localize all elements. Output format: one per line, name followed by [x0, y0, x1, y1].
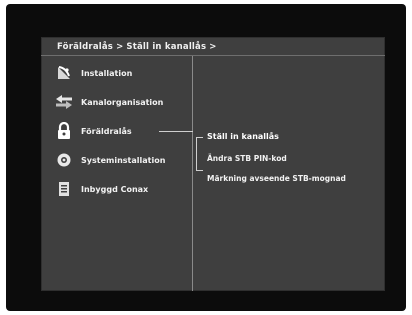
card-icon: [55, 180, 73, 198]
menu-item-label: Föräldralås: [81, 126, 132, 136]
submenu-item-set-channel-lock[interactable]: Ställ in kanallås: [207, 132, 279, 141]
header-divider: [41, 55, 385, 56]
submenu-item-maturity-rating[interactable]: Märkning avseende STB-mognad: [207, 174, 346, 183]
breadcrumb-trailing-separator: >: [209, 42, 217, 52]
column-divider: [192, 56, 193, 291]
arrows-icon: [55, 93, 73, 111]
tv-frame: Föräldralås > Ställ in kanallås > Installat…: [6, 4, 406, 311]
breadcrumb-separator: >: [116, 42, 124, 52]
submenu-connector-tick-top: [196, 137, 203, 138]
menu-item-label: Installation: [81, 68, 133, 78]
menu-item-system-installation[interactable]: Systeminstallation: [55, 151, 165, 169]
submenu-connector-tick-bottom: [196, 170, 203, 171]
menu-item-embedded-conax[interactable]: Inbyggd Conax: [55, 180, 148, 198]
submenu-connector: [159, 131, 193, 132]
menu-item-parental-lock[interactable]: Föräldralås: [55, 122, 132, 140]
menu-item-label: Inbyggd Conax: [81, 184, 149, 194]
submenu-item-change-pin[interactable]: Ändra STB PIN-kod: [207, 154, 287, 163]
menu-item-channel-organisation[interactable]: Kanalorganisation: [55, 93, 163, 111]
padlock-icon: [55, 122, 73, 140]
satellite-dish-icon: [55, 64, 73, 82]
submenu-connector-bracket: [196, 137, 197, 170]
breadcrumb-item-set-channel-lock[interactable]: Ställ in kanallås: [126, 42, 206, 52]
gear-icon: [55, 151, 73, 169]
menu-item-label: Systeminstallation: [81, 155, 166, 165]
menu-item-installation[interactable]: Installation: [55, 64, 132, 82]
breadcrumb: Föräldralås > Ställ in kanallås >: [57, 42, 220, 52]
menu-item-label: Kanalorganisation: [81, 97, 164, 107]
menu-screen: Föräldralås > Ställ in kanallås > Installat…: [41, 37, 385, 291]
breadcrumb-item-parental-lock[interactable]: Föräldralås: [57, 42, 113, 52]
